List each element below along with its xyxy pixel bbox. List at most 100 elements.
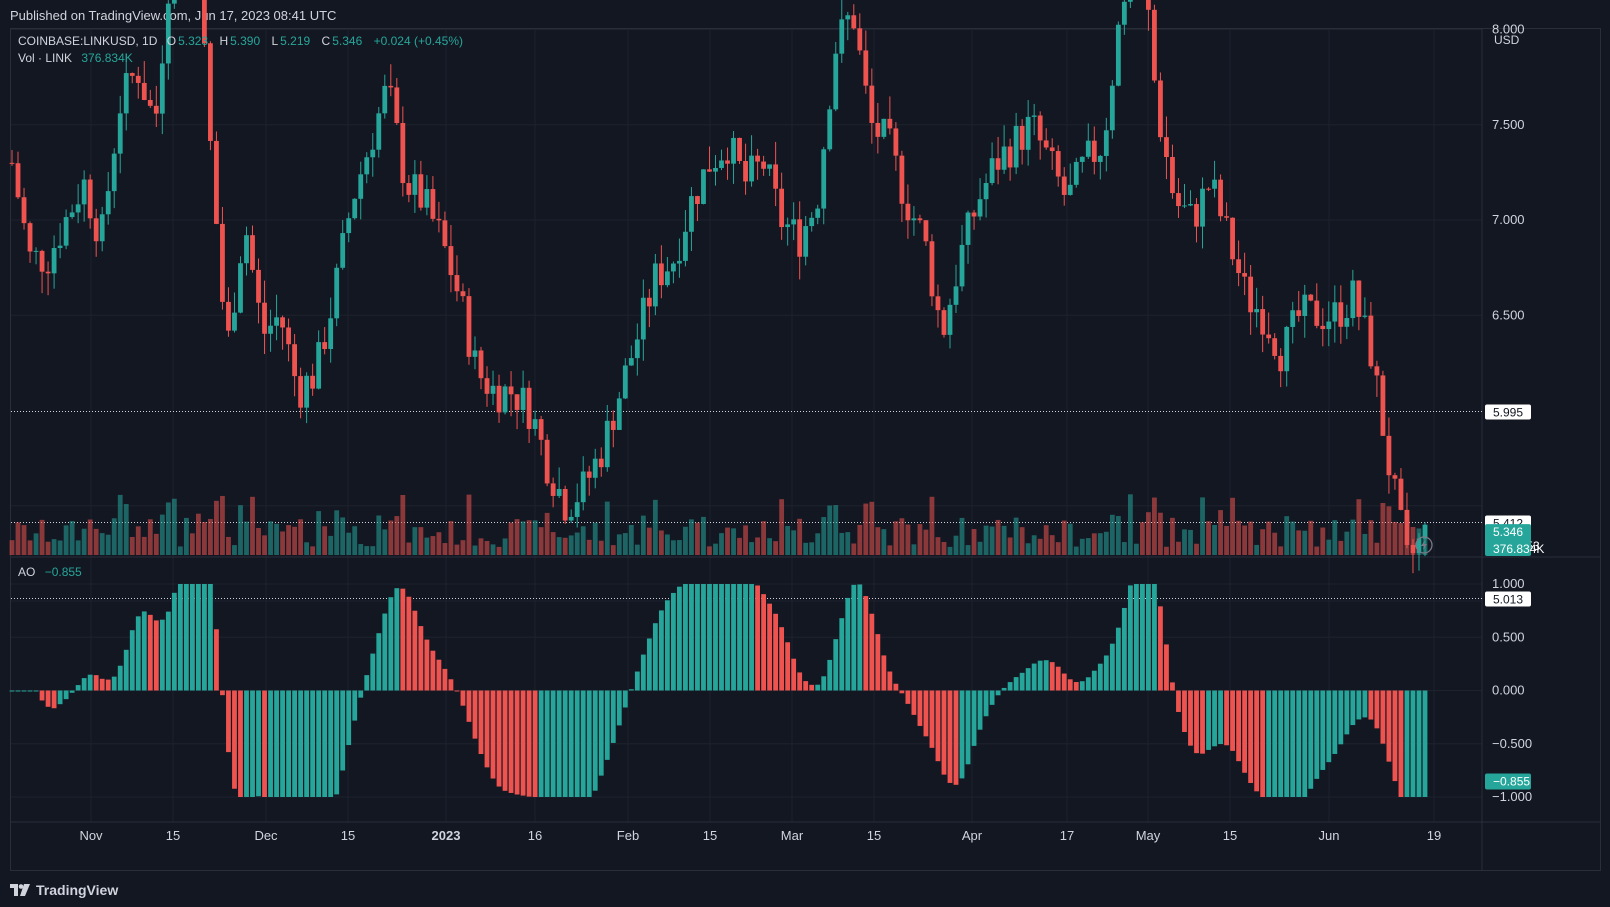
candle-body xyxy=(1284,326,1290,372)
ao-bar xyxy=(845,597,851,691)
ao-bar xyxy=(725,584,730,691)
ao-bar xyxy=(424,639,430,691)
candle-body xyxy=(1049,147,1055,152)
volume-bar xyxy=(1368,520,1374,555)
candle-body xyxy=(117,113,123,154)
candle-body xyxy=(123,73,129,114)
ao-bar xyxy=(220,690,225,696)
ao-bar xyxy=(448,679,454,691)
candle-body xyxy=(238,263,243,313)
ao-bar xyxy=(1254,690,1260,792)
chart-canvas[interactable]: 9.5009.0008.5008.0007.5007.0006.500 1.00… xyxy=(0,0,1610,907)
symbol-name[interactable]: COINBASE:LINKUSD, 1D xyxy=(18,34,157,48)
volume-bar xyxy=(1055,542,1061,555)
volume-bar xyxy=(755,537,760,555)
candle-body xyxy=(971,212,977,217)
ao-bar xyxy=(117,665,123,691)
volume-bar xyxy=(502,538,508,555)
ao-bar xyxy=(292,690,297,797)
ao-bar xyxy=(1272,690,1278,797)
volume-bar xyxy=(809,542,815,555)
candle-body xyxy=(388,85,394,88)
candle-body xyxy=(75,204,81,213)
tradingview-logo[interactable]: TradingView xyxy=(10,882,118,898)
time-tick-label: Nov xyxy=(79,828,103,843)
volume-bar xyxy=(340,517,346,555)
candle-body xyxy=(1386,435,1392,476)
candle-body xyxy=(851,15,857,29)
candle-body xyxy=(863,50,869,86)
volume-bar xyxy=(1103,531,1109,555)
candle-body xyxy=(953,286,959,305)
candle-body xyxy=(1362,315,1368,317)
volume-bar xyxy=(316,511,322,555)
ao-bar xyxy=(1158,606,1163,691)
ao-bar xyxy=(887,671,893,691)
level-badge-text: 5.013 xyxy=(1493,593,1523,607)
candle-body xyxy=(226,301,231,331)
volume-bar xyxy=(81,528,87,555)
time-tick-label: Apr xyxy=(962,828,983,843)
volume-bar xyxy=(658,530,664,555)
candle-body xyxy=(1410,544,1416,554)
ao-bar xyxy=(1350,690,1356,726)
candle-body xyxy=(472,350,478,357)
candle-body xyxy=(839,19,845,54)
volume-bar xyxy=(292,526,297,555)
ao-bar xyxy=(941,690,947,775)
candle-body xyxy=(304,375,310,408)
candle-body xyxy=(995,158,1001,170)
ao-bar xyxy=(69,690,75,693)
volume-bar xyxy=(833,505,839,555)
candle-body xyxy=(1218,179,1223,217)
candle-body xyxy=(159,63,165,114)
candle-body xyxy=(1224,216,1229,218)
ao-bar xyxy=(1368,690,1374,720)
candle-body xyxy=(1212,179,1217,189)
candle-body xyxy=(9,162,15,164)
ao-bar xyxy=(123,649,129,691)
ao-bar xyxy=(45,690,51,707)
ao-bar xyxy=(556,690,562,797)
volume-bar xyxy=(683,526,688,555)
candle-body xyxy=(21,197,27,224)
volume-bar xyxy=(153,533,159,555)
ao-bar xyxy=(767,603,773,691)
ao-bar xyxy=(947,690,953,783)
candle-body xyxy=(526,387,532,429)
volume-bar xyxy=(388,520,394,555)
volume-bar xyxy=(352,526,358,555)
volume-bar xyxy=(1308,520,1314,555)
volume-bar xyxy=(304,542,310,555)
ao-tick-label: −1.000 xyxy=(1492,789,1532,804)
ao-bar xyxy=(532,690,538,797)
ao-bar xyxy=(701,584,706,691)
candle-body xyxy=(719,160,724,168)
ao-bar xyxy=(165,611,171,691)
ao-bar xyxy=(1356,690,1362,720)
candle-body xyxy=(1067,184,1073,195)
volume-bar xyxy=(448,521,454,555)
volume-bar xyxy=(1206,521,1211,555)
candle-body xyxy=(232,312,237,331)
volume-bar xyxy=(959,517,965,555)
ao-bar xyxy=(821,676,827,691)
volume-bar xyxy=(472,545,478,555)
ao-bar xyxy=(472,690,478,739)
volume-bar xyxy=(640,515,646,555)
ao-bar xyxy=(1302,690,1308,797)
volume-bar xyxy=(646,527,652,555)
volume-bar xyxy=(1284,516,1290,555)
candle-body xyxy=(256,269,261,303)
candle-body xyxy=(1200,188,1205,227)
volume-bar xyxy=(1013,517,1019,555)
volume-bar xyxy=(1031,535,1037,555)
candle-body xyxy=(1037,115,1043,141)
ao-bar xyxy=(346,690,352,746)
candle-body xyxy=(815,208,821,218)
brand-name: TradingView xyxy=(36,882,119,898)
candle-body xyxy=(262,302,267,334)
candle-body xyxy=(893,128,899,156)
ao-bar xyxy=(827,659,833,691)
ao-bar xyxy=(677,586,682,691)
